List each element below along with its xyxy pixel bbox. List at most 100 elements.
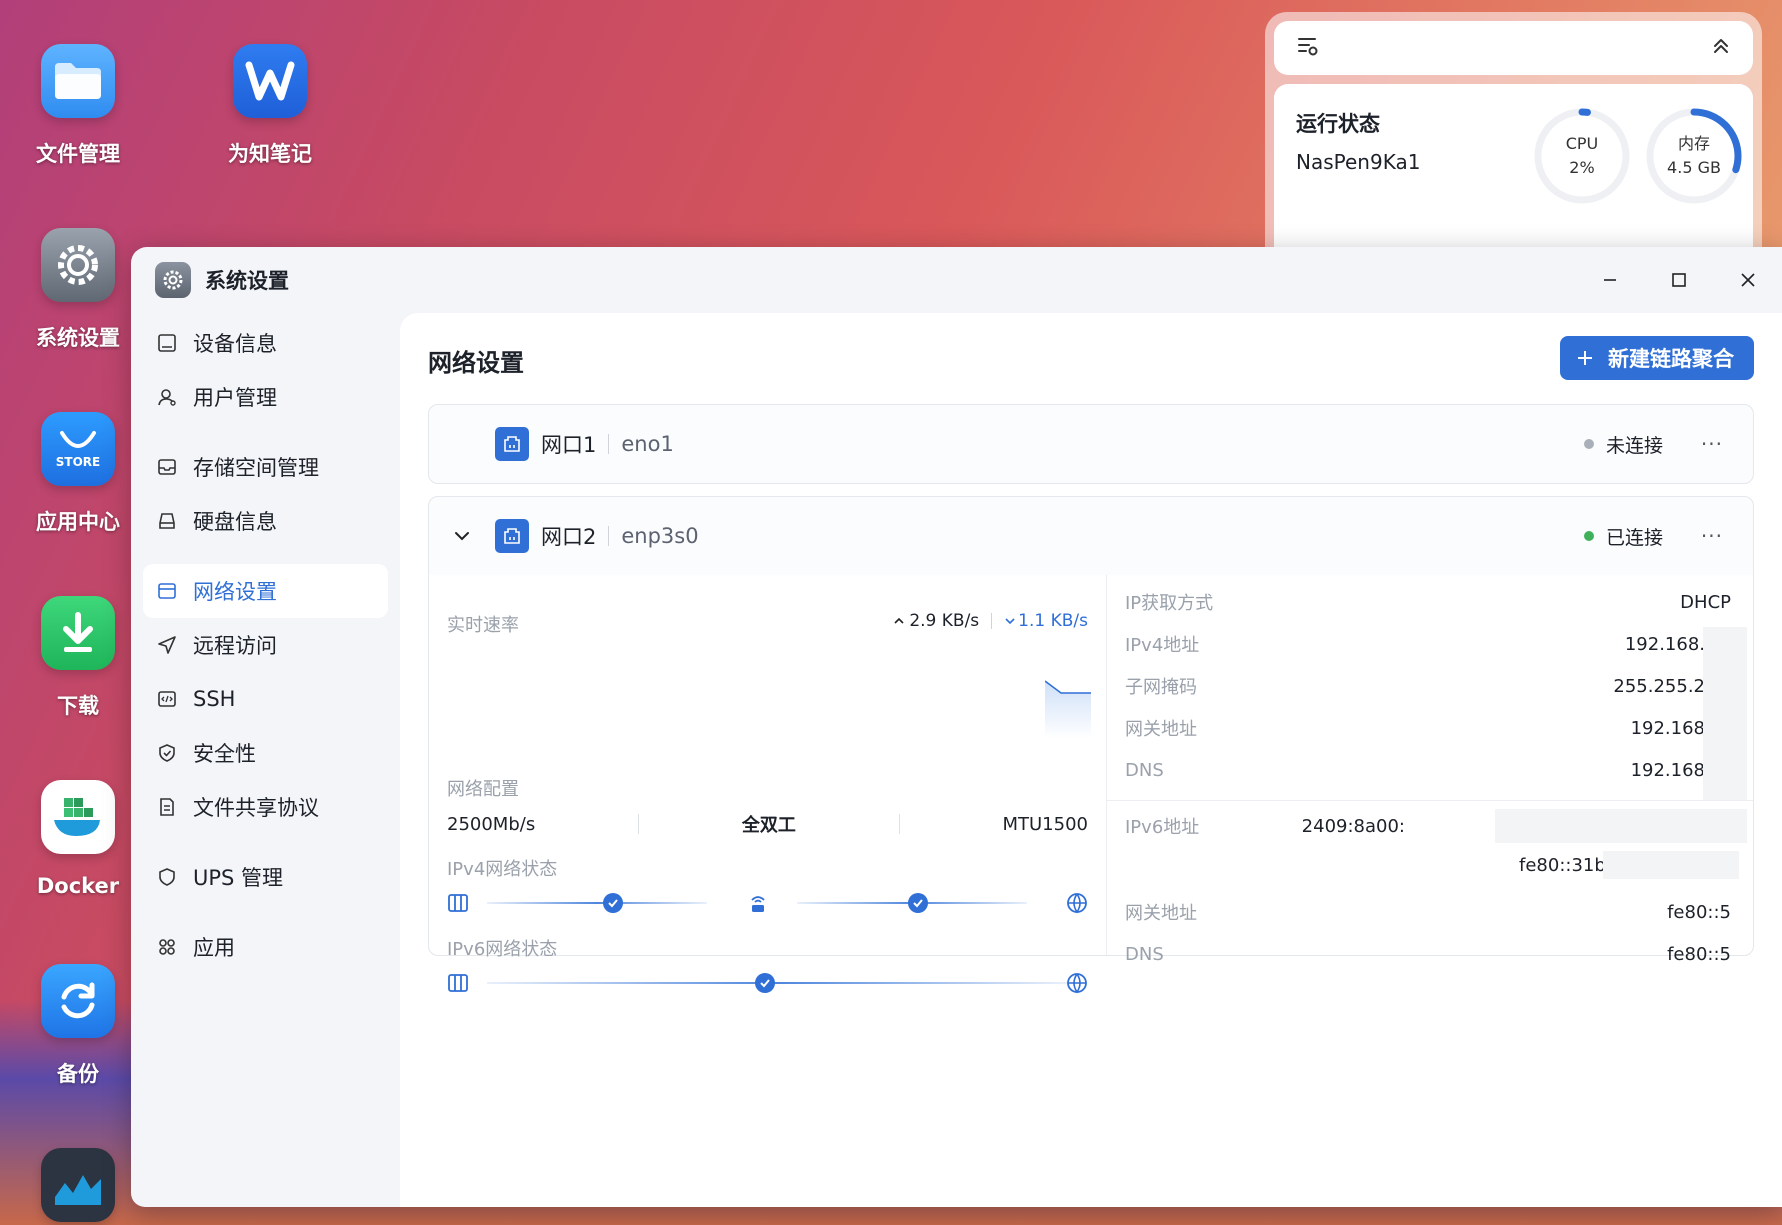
download-arrow-icon bbox=[1005, 618, 1015, 625]
more-options-icon[interactable]: ··· bbox=[1701, 432, 1723, 456]
ipv6-address-secondary: fe80::31b bbox=[1519, 855, 1606, 876]
desktop-icon-docker[interactable]: Docker bbox=[13, 780, 143, 898]
redacted-block bbox=[1703, 627, 1747, 801]
duplex-mode: 全双工 bbox=[741, 815, 796, 836]
collapse-icon[interactable] bbox=[1711, 36, 1731, 60]
redacted-block bbox=[1603, 851, 1739, 879]
port-interface: eno1 bbox=[621, 432, 674, 456]
ip-info-pane: IP获取方式 DHCP IPv4地址 192.168. 子网掩码 255.255.2 … bbox=[1107, 575, 1753, 965]
close-button[interactable] bbox=[1713, 247, 1782, 313]
subnet-mask-row: 子网掩码 255.255.2 bbox=[1125, 675, 1705, 699]
chevron-down-icon[interactable] bbox=[453, 527, 483, 545]
gateway-row: 网关地址 192.168 bbox=[1125, 717, 1705, 741]
window-title: 系统设置 bbox=[205, 269, 289, 293]
more-options-icon[interactable]: ··· bbox=[1701, 524, 1723, 548]
wiz-note-icon bbox=[233, 44, 307, 118]
desktop-icon-file-manager[interactable]: 文件管理 bbox=[13, 44, 143, 168]
sidebar-item-ups[interactable]: UPS 管理 bbox=[143, 850, 388, 904]
shield-icon bbox=[155, 865, 179, 889]
system-settings-window: 系统设置 设备信息 用户管理 存储空间管理 硬盘信息 网络设置 远程访问 SSH… bbox=[131, 247, 1782, 1207]
desktop-icon-app-center[interactable]: STORE 应用中心 bbox=[13, 412, 143, 536]
sidebar-item-device-info[interactable]: 设备信息 bbox=[143, 316, 388, 370]
network-icon bbox=[155, 579, 179, 603]
port-card-enp3s0: 网口2 enp3s0 已连接 ··· 实时速率 2.9 KB/s 1.1 KB/… bbox=[428, 496, 1754, 994]
sidebar-item-user-management[interactable]: 用户管理 bbox=[143, 370, 388, 424]
document-icon bbox=[155, 795, 179, 819]
globe-icon bbox=[1067, 973, 1087, 994]
network-config-label: 网络配置 bbox=[447, 779, 519, 800]
status-badge: 已连接 bbox=[1583, 523, 1663, 550]
maximize-button[interactable] bbox=[1644, 247, 1713, 313]
ethernet-port-icon bbox=[495, 519, 529, 553]
ip-method-row: IP获取方式 DHCP bbox=[1125, 591, 1731, 615]
disk-icon bbox=[155, 509, 179, 533]
check-icon bbox=[908, 893, 928, 913]
apps-icon bbox=[155, 935, 179, 959]
activity-monitor-icon bbox=[41, 1148, 115, 1222]
status-badge: 未连接 bbox=[1583, 431, 1663, 458]
ipv6-status-label: IPv6网络状态 bbox=[447, 939, 558, 960]
sidebar-item-apps[interactable]: 应用 bbox=[143, 920, 388, 974]
speed-readout: 2.9 KB/s 1.1 KB/s bbox=[893, 611, 1088, 631]
desktop-icon-wiz-note[interactable]: 为知笔记 bbox=[205, 44, 335, 168]
realtime-speed-label: 实时速率 bbox=[447, 615, 519, 636]
desktop-icon-system-settings[interactable]: 系统设置 bbox=[13, 228, 143, 352]
settings-gear-icon bbox=[155, 262, 191, 298]
minimize-button[interactable] bbox=[1575, 247, 1644, 313]
settings-sidebar: 设备信息 用户管理 存储空间管理 硬盘信息 网络设置 远程访问 SSH 安全性 bbox=[131, 313, 400, 1207]
ethernet-port-icon bbox=[495, 427, 529, 461]
check-icon bbox=[755, 973, 775, 993]
sidebar-item-file-sharing[interactable]: 文件共享协议 bbox=[143, 780, 388, 834]
network-settings-panel: 网络设置 新建链路聚合 网口1 eno1 未连接 ··· 网口2 enp3s0 … bbox=[400, 313, 1782, 1207]
storage-icon bbox=[155, 455, 179, 479]
upload-speed: 2.9 KB/s bbox=[909, 611, 980, 631]
plus-icon bbox=[1578, 351, 1592, 365]
desktop-icon-monitor[interactable] bbox=[13, 1148, 143, 1222]
ipv4-status-label: IPv4网络状态 bbox=[447, 859, 558, 880]
redacted-block bbox=[1495, 809, 1747, 843]
status-dot bbox=[1583, 531, 1594, 541]
docker-whale-icon bbox=[41, 780, 115, 854]
window-titlebar[interactable]: 系统设置 bbox=[131, 247, 1782, 313]
folder-icon bbox=[41, 44, 115, 118]
port-card-header[interactable]: 网口2 enp3s0 已连接 ··· bbox=[429, 497, 1753, 575]
ipv6-gateway-row: 网关地址 fe80::5 bbox=[1125, 901, 1731, 925]
desktop-icon-backup[interactable]: 备份 bbox=[13, 964, 143, 1088]
gear-icon bbox=[41, 228, 115, 302]
sidebar-item-security[interactable]: 安全性 bbox=[143, 726, 388, 780]
code-icon bbox=[155, 687, 179, 711]
user-icon bbox=[155, 385, 179, 409]
port-card-eno1[interactable]: 网口1 eno1 未连接 ··· bbox=[428, 404, 1754, 484]
port-interface: enp3s0 bbox=[621, 524, 699, 548]
sidebar-item-network-settings[interactable]: 网络设置 bbox=[143, 564, 388, 618]
port-name: 网口1 bbox=[541, 433, 597, 457]
download-icon bbox=[41, 596, 115, 670]
port-detail: 实时速率 2.9 KB/s 1.1 KB/s 网络配置 2500Mb/s 全双工… bbox=[429, 575, 1753, 994]
status-widget: 运行状态 NasPen9Ka1 CPU 2% 内存 4.5 GB bbox=[1265, 12, 1762, 274]
speed-sparkline bbox=[1045, 680, 1091, 739]
sidebar-item-ssh[interactable]: SSH bbox=[143, 672, 388, 726]
network-config-row: 2500Mb/s 全双工 MTU1500 bbox=[447, 811, 1088, 837]
ipv6-dns-row: DNS fe80::5 bbox=[1125, 943, 1731, 965]
new-link-aggregation-button[interactable]: 新建链路聚合 bbox=[1560, 336, 1754, 380]
link-speed: 2500Mb/s bbox=[447, 813, 536, 835]
port-name: 网口2 bbox=[541, 525, 597, 549]
port-stats-pane: 实时速率 2.9 KB/s 1.1 KB/s 网络配置 2500Mb/s 全双工… bbox=[429, 575, 1107, 994]
cpu-ring: CPU 2% bbox=[1532, 106, 1632, 206]
sidebar-item-storage-management[interactable]: 存储空间管理 bbox=[143, 440, 388, 494]
ipv6-address-row: IPv6地址 2409:8a00: bbox=[1125, 815, 1405, 839]
sidebar-item-disk-info[interactable]: 硬盘信息 bbox=[143, 494, 388, 548]
globe-icon bbox=[1067, 893, 1087, 914]
upload-arrow-icon bbox=[894, 617, 904, 624]
store-icon: STORE bbox=[41, 412, 115, 486]
dns-row: DNS 192.168 bbox=[1125, 759, 1705, 781]
backup-sync-icon bbox=[41, 964, 115, 1038]
sidebar-item-remote-access[interactable]: 远程访问 bbox=[143, 618, 388, 672]
widget-settings-icon[interactable] bbox=[1296, 34, 1320, 62]
widget-header bbox=[1274, 21, 1753, 75]
page-title: 网络设置 bbox=[428, 349, 524, 377]
send-icon bbox=[155, 633, 179, 657]
desktop-icon-download[interactable]: 下载 bbox=[13, 596, 143, 720]
widget-body: 运行状态 NasPen9Ka1 CPU 2% 内存 4.5 GB bbox=[1274, 84, 1753, 274]
shield-check-icon bbox=[155, 741, 179, 765]
